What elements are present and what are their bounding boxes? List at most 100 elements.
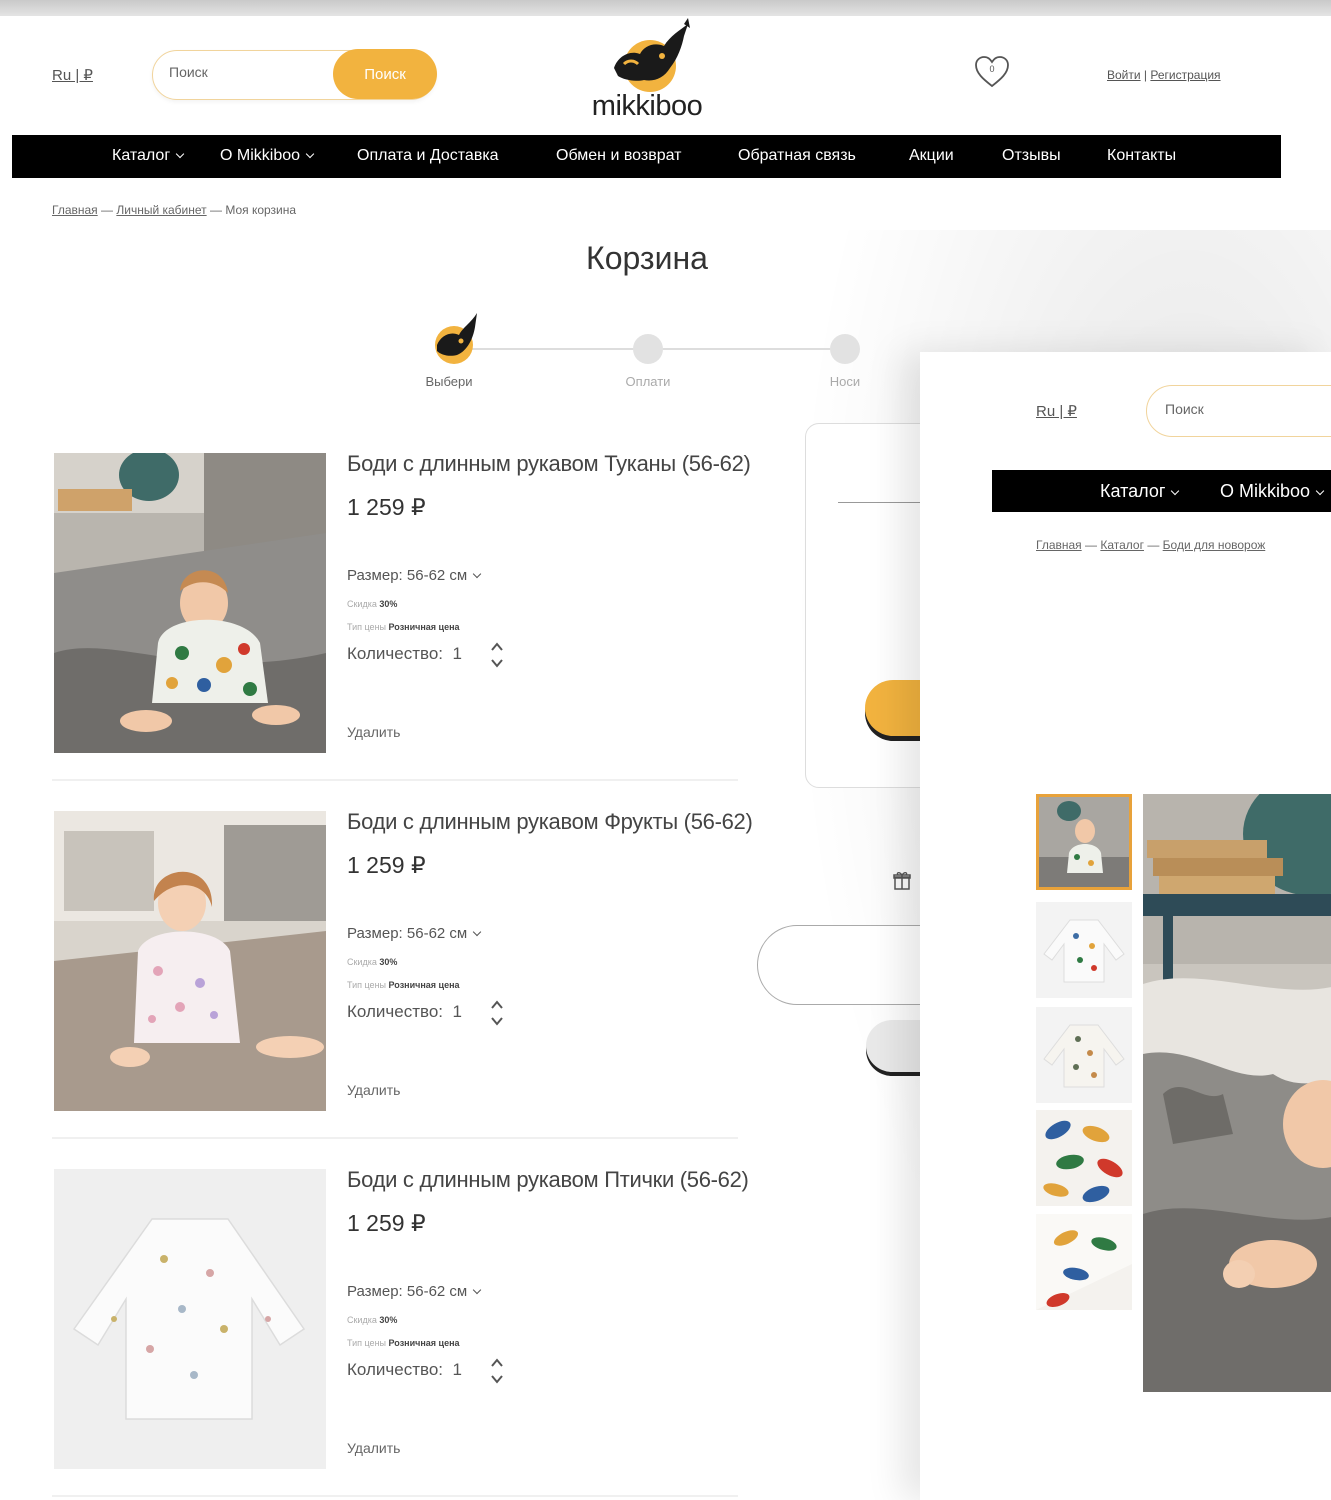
product-photo: [54, 1169, 326, 1469]
quantity-stepper[interactable]: [489, 640, 505, 670]
login-link[interactable]: Войти: [1107, 68, 1141, 82]
size-label: Размер: 56-62 см: [347, 925, 468, 942]
nav-item-label: Каталог: [1100, 481, 1166, 501]
product-thumbnail[interactable]: [1036, 902, 1132, 998]
item-divider: [52, 1137, 738, 1139]
price-type-info: Тип цены Розничная цена: [347, 622, 460, 632]
nav-item-catalog[interactable]: Каталог: [1100, 481, 1180, 502]
chevron-down-icon: [1315, 486, 1325, 496]
price-type-label: Тип цены: [347, 980, 387, 990]
nav-item-reviews[interactable]: Отзывы: [1002, 147, 1061, 165]
price-type-value: Розничная цена: [388, 1338, 460, 1348]
quantity-row: Количество: 1: [347, 1360, 462, 1380]
breadcrumb-current: Моя корзина: [225, 203, 297, 217]
size-select[interactable]: Размер: 56-62 см: [347, 1283, 482, 1300]
dog-logo-icon: [614, 18, 690, 92]
nav-item-exchange[interactable]: Обмен и возврат: [556, 147, 681, 165]
register-link[interactable]: Регистрация: [1150, 68, 1220, 82]
nav-item-feedback[interactable]: Обратная связь: [738, 147, 856, 165]
product-main-photo[interactable]: [1143, 794, 1331, 1392]
discount-label: Скидка: [347, 599, 377, 609]
remove-button[interactable]: Удалить: [347, 1440, 400, 1456]
chevron-down-icon: [472, 1285, 482, 1295]
breadcrumb-home[interactable]: Главная: [52, 203, 98, 217]
discount-info: Скидка 30%: [347, 599, 397, 609]
language-currency-switch[interactable]: Ru | ₽: [52, 66, 93, 84]
breadcrumb: Главная — Личный кабинет — Моя корзина: [52, 203, 296, 217]
thumbnail-photo: [1036, 1110, 1132, 1206]
remove-button[interactable]: Удалить: [347, 724, 400, 740]
product-price: 1 259 ₽: [347, 494, 426, 520]
remove-button[interactable]: Удалить: [347, 1082, 400, 1098]
step-label-choose: Выбери: [425, 374, 473, 389]
price-type-value: Розничная цена: [388, 622, 460, 632]
product-thumbnail[interactable]: [1036, 1214, 1132, 1310]
product-image-fruits[interactable]: [54, 811, 326, 1111]
nav-item-promo[interactable]: Акции: [909, 147, 954, 165]
quantity-row: Количество: 1: [347, 644, 462, 664]
step-label-pay: Оплати: [625, 374, 671, 389]
product-price: 1 259 ₽: [347, 1210, 426, 1236]
nav-item-label: О Mikkiboo: [220, 147, 301, 164]
svg-text:0: 0: [989, 64, 994, 74]
price-type-label: Тип цены: [347, 622, 387, 632]
breadcrumb-catalog[interactable]: Каталог: [1100, 538, 1144, 552]
nav-item-contacts[interactable]: Контакты: [1107, 147, 1176, 165]
heart-icon[interactable]: 0: [973, 54, 1011, 90]
product-title[interactable]: Боди с длинным рукавом Птички (56-62): [347, 1167, 749, 1193]
product-image-birds[interactable]: [54, 1169, 326, 1469]
breadcrumb-home[interactable]: Главная: [1036, 538, 1082, 552]
breadcrumb-separator: —: [1143, 538, 1163, 552]
product-image-toucans[interactable]: [54, 453, 326, 753]
quantity-label: Количество:: [347, 1002, 444, 1021]
logo-text: mikkiboo: [591, 90, 703, 122]
nav-item-about[interactable]: О Mikkiboo: [1220, 481, 1325, 502]
size-label: Размер: 56-62 см: [347, 1283, 468, 1300]
quantity-stepper[interactable]: [489, 1356, 505, 1386]
discount-info: Скидка 30%: [347, 1315, 397, 1325]
page-title: Корзина: [586, 240, 708, 276]
product-photo: [54, 811, 326, 1111]
search-input[interactable]: [169, 64, 329, 80]
size-select[interactable]: Размер: 56-62 см: [347, 925, 482, 942]
breadcrumb: Главная — Каталог — Боди для новорож: [1036, 538, 1265, 552]
product-page-overlay: Ru | ₽ Каталог О Mikkiboo Главная — Ката…: [920, 352, 1331, 1500]
product-price: 1 259 ₽: [347, 852, 426, 878]
quantity-stepper[interactable]: [489, 998, 505, 1028]
auth-separator: |: [1140, 68, 1151, 82]
chevron-down-icon: [175, 149, 185, 159]
breadcrumb-account[interactable]: Личный кабинет: [116, 203, 206, 217]
item-divider: [52, 1495, 738, 1497]
quantity-value[interactable]: 1: [452, 1002, 461, 1021]
step-label-wear: Носи: [829, 374, 861, 389]
size-select[interactable]: Размер: 56-62 см: [347, 567, 482, 584]
thumbnail-photo: [1036, 1214, 1132, 1310]
price-type-info: Тип цены Розничная цена: [347, 980, 460, 990]
site-logo[interactable]: mikkiboo: [584, 16, 710, 132]
nav-item-about[interactable]: О Mikkiboo: [220, 147, 315, 165]
nav-item-payment[interactable]: Оплата и Доставка: [357, 147, 499, 165]
breadcrumb-separator: —: [1081, 538, 1101, 552]
chevron-down-icon: [472, 569, 482, 579]
quantity-value[interactable]: 1: [452, 644, 461, 663]
search-button[interactable]: Поиск: [333, 49, 437, 99]
breadcrumb-current[interactable]: Боди для новорож: [1163, 538, 1266, 552]
product-thumbnail[interactable]: [1036, 1110, 1132, 1206]
product-thumbnail[interactable]: [1036, 794, 1132, 890]
product-title[interactable]: Боди с длинным рукавом Фрукты (56-62): [347, 809, 753, 835]
item-divider: [52, 779, 738, 781]
language-currency-switch[interactable]: Ru | ₽: [1036, 402, 1077, 420]
product-title[interactable]: Боди с длинным рукавом Туканы (56-62): [347, 451, 751, 477]
nav-item-catalog[interactable]: Каталог: [112, 147, 185, 165]
dog-step-icon: [435, 313, 477, 364]
search-box: Поиск: [152, 49, 437, 100]
product-thumbnail[interactable]: [1036, 1007, 1132, 1103]
quantity-value[interactable]: 1: [452, 1360, 461, 1379]
search-input[interactable]: [1165, 401, 1331, 417]
chevron-down-icon: [305, 149, 315, 159]
price-type-value: Розничная цена: [388, 980, 460, 990]
breadcrumb-separator: —: [206, 203, 226, 217]
quantity-label: Количество:: [347, 644, 444, 663]
discount-value: 30%: [379, 957, 398, 967]
step-dot-wear: [830, 334, 860, 364]
